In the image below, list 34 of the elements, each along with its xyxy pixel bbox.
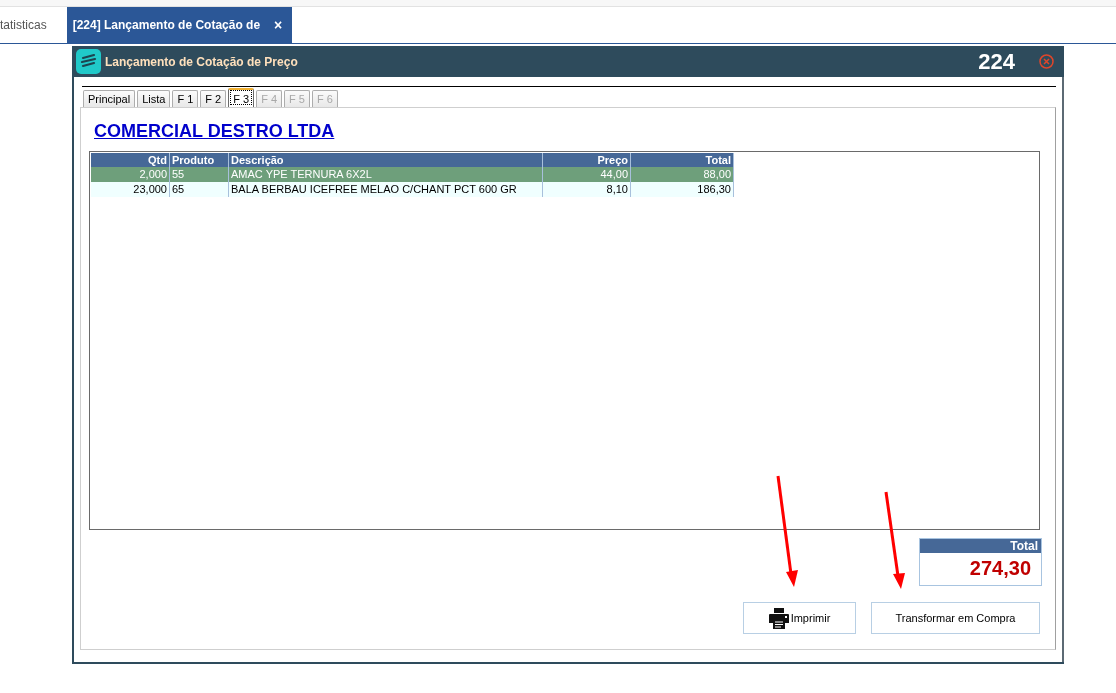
printer-icon [768,607,789,629]
table-cell: 55 [170,167,229,182]
table-cell: 23,000 [91,182,170,197]
tab-title: [224] Lançamento de Cotação de [72,18,261,32]
company-title: COMERCIAL DESTRO LTDA [94,121,335,142]
document-tab[interactable]: [224] Lançamento de Cotação de × [66,7,293,43]
convert-button[interactable]: Transformar em Compra [871,602,1040,634]
print-button[interactable]: Imprimir [743,602,856,634]
column-header: Total [631,153,734,167]
tab[interactable]: F 3 [228,88,255,107]
column-header: Produto [170,153,229,167]
tab-close-button[interactable]: × [274,17,283,33]
total-label: Total [920,539,1041,553]
table-cell: 186,30 [631,182,734,197]
tab[interactable]: Lista [137,90,171,107]
table-cell: 88,00 [631,167,734,182]
document-tab[interactable]: tatisticas [0,7,67,43]
column-header: Qtd [91,153,170,167]
tab[interactable]: Principal [83,90,136,107]
record-number: 224 [978,48,1015,75]
tab[interactable]: F 1 [172,90,199,107]
table-cell: 8,10 [543,182,631,197]
app-logo-icon [76,49,101,74]
tab[interactable]: F 2 [200,90,227,107]
table-cell: BALA BERBAU ICEFREE MELAO C/CHANT PCT 600 GR [229,182,543,197]
total-value: 274,30 [968,556,1032,581]
window-title: Lançamento de Cotação de Preço [105,54,299,69]
table-cell: 65 [170,182,229,197]
column-header: Descrição [229,153,543,167]
column-header: Preço [543,153,631,167]
table-cell: 2,000 [91,167,170,182]
table-cell: 44,00 [543,167,631,182]
table-cell: AMAC YPE TERNURA 6X2L [229,167,543,182]
close-icon[interactable] [1039,54,1054,69]
